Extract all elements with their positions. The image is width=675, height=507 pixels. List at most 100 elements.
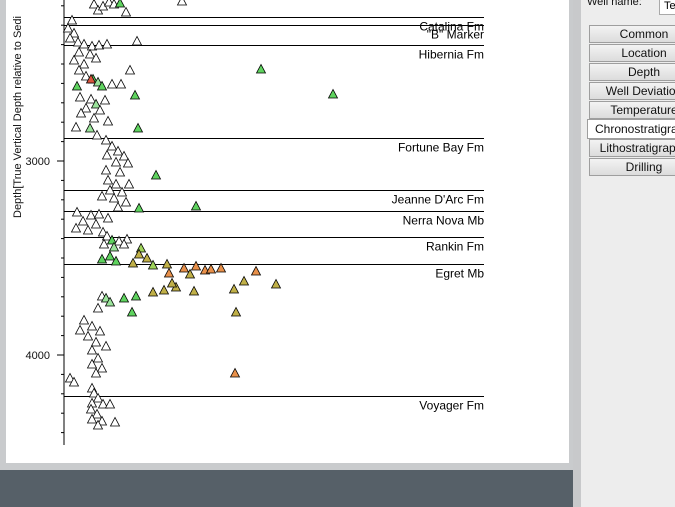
formation-label: "B" Marker xyxy=(427,28,484,42)
sample-marker[interactable] xyxy=(74,91,86,102)
sample-marker[interactable] xyxy=(99,94,111,105)
sample-marker[interactable] xyxy=(62,22,74,33)
sample-marker[interactable] xyxy=(104,250,116,261)
sample-marker[interactable] xyxy=(115,78,127,89)
sample-marker[interactable] xyxy=(228,283,240,294)
sample-marker[interactable] xyxy=(110,178,122,189)
sample-marker[interactable] xyxy=(327,88,339,99)
sample-marker[interactable] xyxy=(101,38,113,49)
y-tick-label-3000: 3000 xyxy=(26,156,50,168)
sample-marker[interactable] xyxy=(205,263,217,274)
sample-marker[interactable] xyxy=(74,324,86,335)
sample-marker[interactable] xyxy=(73,46,85,57)
sample-marker[interactable] xyxy=(230,306,242,317)
sample-marker[interactable] xyxy=(70,121,82,132)
sample-marker[interactable] xyxy=(190,260,202,271)
sample-marker[interactable] xyxy=(93,208,105,219)
sample-marker[interactable] xyxy=(108,192,120,203)
tab-lithostratigraphy[interactable]: Lithostratigraphy xyxy=(589,139,675,157)
sample-marker[interactable] xyxy=(116,186,128,197)
sample-marker[interactable] xyxy=(132,122,144,133)
sample-marker[interactable] xyxy=(104,398,116,409)
formation-label: Nerra Nova Mb xyxy=(403,214,485,228)
tab-temperature[interactable]: Temperature xyxy=(589,101,675,119)
sample-marker[interactable] xyxy=(90,336,102,347)
sample-marker[interactable] xyxy=(118,292,130,303)
sample-marker[interactable] xyxy=(270,278,282,289)
well-name-input[interactable]: Te xyxy=(659,0,675,15)
sample-marker[interactable] xyxy=(127,257,139,268)
sample-marker[interactable] xyxy=(93,39,105,50)
sample-marker[interactable] xyxy=(92,352,104,363)
sample-marker[interactable] xyxy=(120,6,132,17)
sample-marker[interactable] xyxy=(190,200,202,211)
sample-marker[interactable] xyxy=(130,290,142,301)
sample-marker[interactable] xyxy=(82,330,94,341)
sample-marker[interactable] xyxy=(129,89,141,100)
sample-marker[interactable] xyxy=(166,277,178,288)
sample-marker[interactable] xyxy=(126,306,138,317)
sample-marker[interactable] xyxy=(98,238,110,249)
sample-marker[interactable] xyxy=(141,252,153,263)
sample-marker[interactable] xyxy=(88,112,100,123)
sample-marker[interactable] xyxy=(96,362,108,373)
sample-marker[interactable] xyxy=(80,102,92,113)
sample-marker[interactable] xyxy=(78,314,90,325)
sample-marker[interactable] xyxy=(161,258,173,269)
sample-marker[interactable] xyxy=(147,286,159,297)
sample-marker[interactable] xyxy=(77,215,89,226)
sample-marker[interactable] xyxy=(84,122,96,133)
sample-marker[interactable] xyxy=(114,166,126,177)
tab-well-deviation[interactable]: Well Deviation xyxy=(589,82,675,100)
tab-location[interactable]: Location xyxy=(589,44,675,62)
sample-marker[interactable] xyxy=(85,93,97,104)
sample-marker[interactable] xyxy=(100,134,112,145)
panel-splitter[interactable] xyxy=(573,0,581,507)
sample-marker[interactable] xyxy=(109,416,121,427)
sample-marker[interactable] xyxy=(102,115,114,126)
sample-marker[interactable] xyxy=(94,325,106,336)
sample-marker[interactable] xyxy=(133,202,145,213)
sample-marker[interactable] xyxy=(92,302,104,313)
sample-marker[interactable] xyxy=(102,212,114,223)
sample-marker[interactable] xyxy=(112,201,124,212)
sample-marker[interactable] xyxy=(68,54,80,65)
tab-chronostratigraphy[interactable]: Chronostratigraphy xyxy=(587,119,675,139)
sample-marker[interactable] xyxy=(255,63,267,74)
sample-marker[interactable] xyxy=(114,0,126,8)
sample-marker[interactable] xyxy=(66,14,78,25)
sample-marker[interactable] xyxy=(131,35,143,46)
sample-marker[interactable] xyxy=(86,344,98,355)
sample-marker[interactable] xyxy=(84,48,96,59)
tab-drilling[interactable]: Drilling xyxy=(589,158,675,176)
sample-marker[interactable] xyxy=(229,367,241,378)
tab-depth[interactable]: Depth xyxy=(589,63,675,81)
sample-marker[interactable] xyxy=(238,275,250,286)
tab-common[interactable]: Common xyxy=(589,25,675,43)
sample-marker[interactable] xyxy=(110,156,122,167)
plot-area[interactable]: Catalina Fm "B" Marker Hibernia Fm Fortune … xyxy=(6,0,569,463)
sample-marker[interactable] xyxy=(102,174,114,185)
sample-marker[interactable] xyxy=(135,242,147,253)
sample-marker[interactable] xyxy=(82,224,94,235)
sample-marker[interactable] xyxy=(250,265,262,276)
sample-marker[interactable] xyxy=(120,196,132,207)
sample-marker[interactable] xyxy=(100,164,112,175)
sample-marker[interactable] xyxy=(188,285,200,296)
sample-marker[interactable] xyxy=(71,80,83,91)
sample-marker[interactable] xyxy=(124,64,136,75)
sample-marker[interactable] xyxy=(158,284,170,295)
formation-label: Hibernia Fm xyxy=(419,48,484,62)
sample-marker[interactable] xyxy=(163,267,175,278)
sample-marker[interactable] xyxy=(78,58,90,69)
sample-marker[interactable] xyxy=(123,178,135,189)
sample-marker[interactable] xyxy=(96,253,108,264)
sample-marker[interactable] xyxy=(90,218,102,229)
sample-marker[interactable] xyxy=(106,78,118,89)
sample-marker[interactable] xyxy=(176,0,188,6)
sample-marker[interactable] xyxy=(150,169,162,180)
sample-marker[interactable] xyxy=(96,190,108,201)
sample-marker[interactable] xyxy=(101,149,113,160)
sample-marker[interactable] xyxy=(86,320,98,331)
sample-marker[interactable] xyxy=(100,340,112,351)
